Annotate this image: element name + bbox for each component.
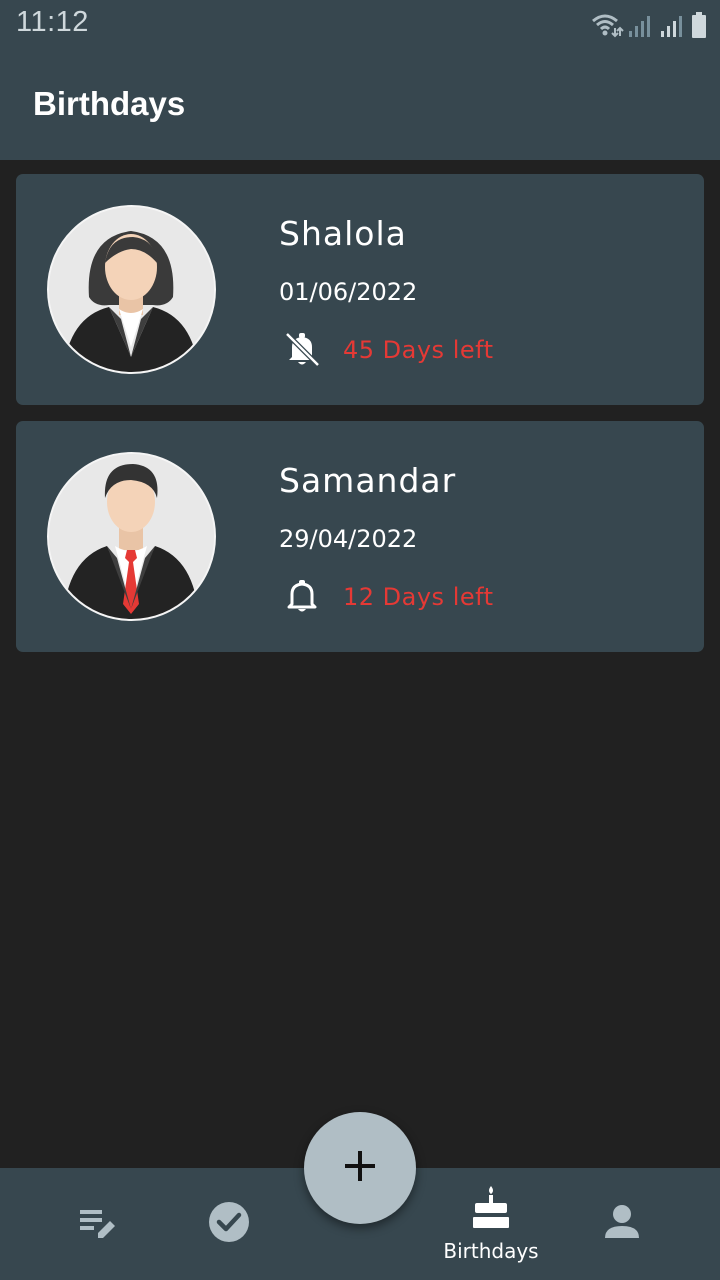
notes-edit-icon	[78, 1202, 118, 1246]
status-time: 11:12	[16, 6, 89, 38]
signal-icon	[660, 14, 684, 38]
app-bar: Birthdays	[0, 50, 720, 160]
days-left-label: 45 Days left	[343, 336, 494, 364]
birthday-card[interactable]: Samandar 29/04/2022 12 Days left	[16, 421, 704, 652]
nav-item-birthdays[interactable]: Birthdays	[426, 1168, 556, 1280]
status-icons	[590, 10, 706, 38]
check-circle-icon	[208, 1201, 250, 1247]
signal-icon	[628, 14, 652, 38]
nav-item-profile[interactable]	[557, 1168, 687, 1280]
birthday-card[interactable]: Shalola 01/06/2022 45 Days left	[16, 174, 704, 405]
nav-item-tasks[interactable]	[164, 1168, 294, 1280]
nav-item-notes[interactable]	[33, 1168, 163, 1280]
birthday-list: Shalola 01/06/2022 45 Days left Samandar…	[16, 174, 704, 668]
birthday-date: 29/04/2022	[279, 525, 418, 553]
birthday-date: 01/06/2022	[279, 278, 418, 306]
cake-icon	[471, 1185, 511, 1233]
birthday-name: Shalola	[279, 214, 407, 253]
birthday-name: Samandar	[279, 461, 457, 500]
male-avatar	[47, 452, 216, 621]
plus-icon	[343, 1149, 377, 1187]
status-bar: 11:12	[0, 0, 720, 50]
battery-icon	[692, 12, 706, 38]
female-avatar	[47, 205, 216, 374]
nav-label-birthdays: Birthdays	[443, 1239, 539, 1263]
page-title: Birthdays	[33, 85, 186, 122]
person-icon	[602, 1202, 642, 1246]
add-birthday-button[interactable]	[304, 1112, 416, 1224]
bell-icon[interactable]	[282, 576, 322, 616]
wifi-icon	[590, 12, 624, 38]
bell-off-icon[interactable]	[282, 329, 322, 369]
days-left-label: 12 Days left	[343, 583, 494, 611]
